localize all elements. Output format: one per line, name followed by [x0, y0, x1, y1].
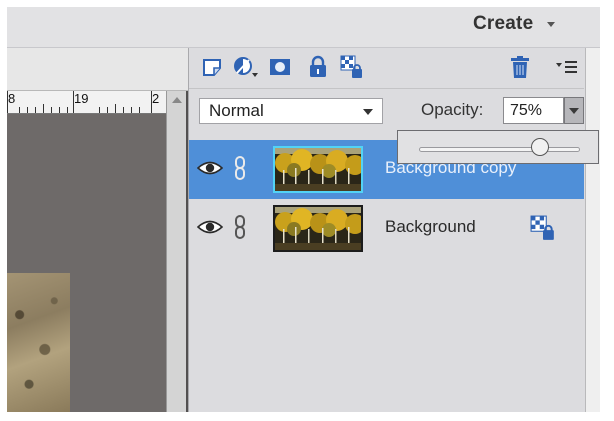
create-label: Create [473, 13, 534, 34]
ruler-tick [99, 107, 100, 113]
lock-transparency-icon[interactable] [340, 55, 364, 79]
layers-toolbar [189, 48, 584, 89]
ruler-tick [51, 107, 52, 113]
opacity-label: Opacity: [421, 100, 484, 119]
document-canvas-area[interactable]: 8 19 2 [7, 48, 188, 412]
adjustment-layer-icon[interactable] [232, 55, 260, 79]
visibility-eye-icon[interactable] [196, 219, 224, 240]
ruler-number: 8 [8, 91, 16, 106]
lock-all-icon[interactable] [306, 55, 330, 79]
chevron-down-icon [547, 21, 556, 27]
ruler-tick [27, 107, 28, 113]
opacity-slider-track[interactable] [419, 147, 580, 152]
ruler-number: 19 [74, 91, 89, 106]
layer-options-row: Normal Opacity: 75% [189, 89, 584, 129]
layer-thumbnail[interactable] [273, 146, 363, 193]
layer-link-icon[interactable] [233, 156, 247, 185]
chevron-down-icon [569, 108, 579, 114]
ruler-tick [73, 91, 74, 113]
lock-transparency-icon[interactable] [530, 215, 556, 246]
new-layer-icon[interactable] [200, 55, 224, 79]
app-window: Create 8 19 2 Normal Opacity: 75% Backgr… [7, 7, 600, 412]
ruler-tick [115, 104, 116, 113]
ruler-tick [107, 107, 108, 113]
layers-panel: Normal Opacity: 75% Background copy Back… [188, 48, 600, 412]
layer-name[interactable]: Background [385, 217, 476, 237]
ruler-tick [19, 107, 20, 113]
ruler-tick [43, 104, 44, 113]
ruler-tick [67, 107, 68, 113]
vertical-scrollbar[interactable] [166, 91, 187, 412]
ruler-tick [151, 91, 152, 113]
panel-scrollbar[interactable] [585, 48, 600, 412]
ruler-tick [139, 107, 140, 113]
document-tab-bar [7, 48, 188, 91]
ruler-tick [7, 91, 8, 113]
panel-menu-icon[interactable] [555, 55, 579, 79]
ruler-tick [131, 107, 132, 113]
blend-mode-select[interactable]: Normal [199, 98, 383, 124]
ruler-tick [59, 107, 60, 113]
opacity-slider-thumb[interactable] [530, 138, 549, 156]
opacity-input[interactable]: 75% [503, 97, 564, 124]
delete-layer-icon[interactable] [508, 55, 532, 79]
scroll-up-arrow-icon[interactable] [172, 97, 182, 103]
layer-link-icon[interactable] [233, 215, 247, 244]
layer-mask-icon[interactable] [268, 55, 292, 79]
document-image [7, 273, 70, 412]
ruler-tick [35, 107, 36, 113]
ruler-tick [123, 107, 124, 113]
top-bar: Create [7, 7, 600, 48]
layer-row-background[interactable]: Background [189, 199, 584, 258]
opacity-dropdown-button[interactable] [564, 97, 584, 124]
visibility-eye-icon[interactable] [196, 160, 224, 181]
blend-mode-value: Normal [209, 101, 264, 120]
create-menu-button[interactable]: Create [473, 9, 593, 39]
opacity-slider-popup [397, 130, 599, 164]
ruler-number: 2 [152, 91, 160, 106]
chevron-down-icon [363, 109, 373, 115]
layer-thumbnail[interactable] [273, 205, 363, 252]
horizontal-ruler: 8 19 2 [7, 91, 166, 114]
